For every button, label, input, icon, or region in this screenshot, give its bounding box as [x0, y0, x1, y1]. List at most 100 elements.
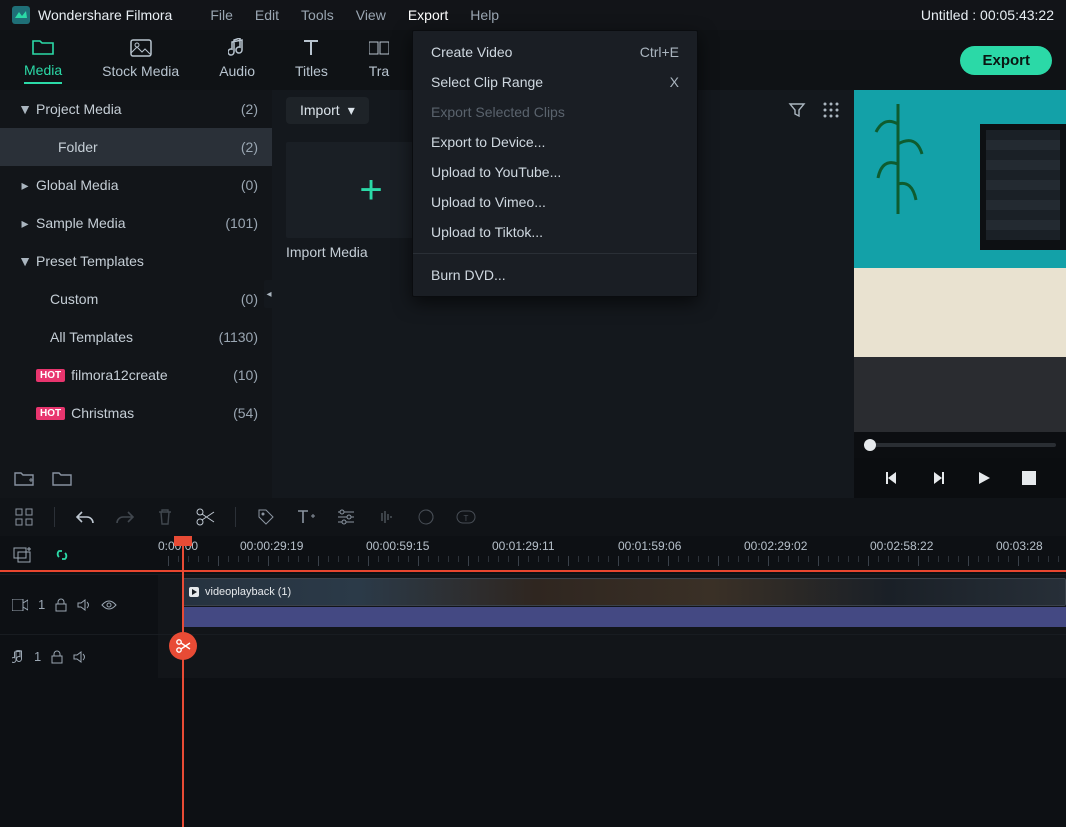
- sidebar-preset-templates[interactable]: ▼Preset Templates: [0, 242, 272, 280]
- grid-view-icon[interactable]: [822, 101, 840, 119]
- sidebar-filmora12create[interactable]: HOTfilmora12create(10): [0, 356, 272, 394]
- collapse-sidebar-icon[interactable]: ◂: [264, 280, 274, 308]
- range-marker-line: [0, 570, 1066, 572]
- sidebar-all-templates[interactable]: All Templates(1130): [0, 318, 272, 356]
- music-note-icon: [226, 37, 248, 59]
- timeline-clip-audio-lane[interactable]: [182, 607, 1066, 627]
- mute-icon[interactable]: [73, 651, 87, 663]
- menu-view[interactable]: View: [356, 7, 386, 23]
- export-select-clip-range[interactable]: Select Clip RangeX: [413, 67, 697, 97]
- chevron-down-icon: ▼: [14, 253, 36, 269]
- video-track-header: 1: [0, 575, 158, 634]
- sidebar-project-media[interactable]: ▼Project Media(2): [0, 90, 272, 128]
- menu-edit[interactable]: Edit: [255, 7, 279, 23]
- preview-video: [854, 90, 1066, 432]
- ruler-time-label: 00:01:29:11: [492, 539, 555, 553]
- folder-icon: [32, 36, 54, 58]
- burn-dvd[interactable]: Burn DVD...: [413, 260, 697, 290]
- app-name: Wondershare Filmora: [38, 7, 172, 23]
- next-frame-icon[interactable]: [930, 470, 946, 486]
- chevron-down-icon: ▾: [348, 102, 355, 119]
- menu-tools[interactable]: Tools: [301, 7, 334, 23]
- mute-icon[interactable]: [77, 599, 91, 611]
- trash-icon[interactable]: [155, 507, 175, 527]
- audio-track-row: 1: [0, 634, 1066, 678]
- chevron-right-icon: ▸: [14, 215, 36, 232]
- timeline: 0:00:00 00:00:29:1900:00:59:1500:01:29:1…: [0, 536, 1066, 827]
- chevron-down-icon: ▼: [14, 101, 36, 117]
- text-icon: [300, 37, 322, 59]
- clip-name-label: videoplayback (1): [205, 586, 291, 598]
- sidebar-sample-media[interactable]: ▸Sample Media(101): [0, 204, 272, 242]
- menu-separator: [413, 253, 697, 254]
- ruler-time-label: 00:02:58:22: [870, 539, 933, 553]
- sidebar-global-media[interactable]: ▸Global Media(0): [0, 166, 272, 204]
- preview-scrubber[interactable]: [854, 432, 1066, 458]
- video-track-number: 1: [38, 597, 45, 612]
- new-folder-icon[interactable]: [14, 471, 34, 487]
- tab-titles[interactable]: Titles: [295, 37, 328, 83]
- timeline-ruler[interactable]: 0:00:00 00:00:29:1900:00:59:1500:01:29:1…: [0, 536, 1066, 574]
- playhead-handle[interactable]: [174, 536, 192, 546]
- upload-to-vimeo[interactable]: Upload to Vimeo...: [413, 187, 697, 217]
- upload-to-youtube[interactable]: Upload to YouTube...: [413, 157, 697, 187]
- audio-wave-icon[interactable]: [376, 507, 396, 527]
- text-add-icon[interactable]: [296, 507, 316, 527]
- video-track-icon[interactable]: [12, 599, 28, 611]
- stop-icon[interactable]: [1022, 471, 1036, 485]
- media-sidebar: ▼Project Media(2) Folder(2) ▸Global Medi…: [0, 90, 272, 498]
- menu-help[interactable]: Help: [470, 7, 499, 23]
- title-bar: Wondershare Filmora File Edit Tools View…: [0, 0, 1066, 30]
- lock-icon[interactable]: [51, 650, 63, 664]
- color-icon[interactable]: [416, 507, 436, 527]
- transition-icon: [368, 37, 390, 59]
- export-button[interactable]: Export: [960, 46, 1052, 75]
- sliders-icon[interactable]: [336, 507, 356, 527]
- import-dropdown[interactable]: Import▾: [286, 97, 369, 124]
- audio-track-number: 1: [34, 649, 41, 664]
- link-icon[interactable]: [52, 546, 72, 564]
- playhead-scissors-icon[interactable]: [169, 632, 197, 660]
- upload-to-tiktok[interactable]: Upload to Tiktok...: [413, 217, 697, 247]
- tab-transitions[interactable]: Tra: [368, 37, 390, 83]
- sidebar-custom[interactable]: Custom(0): [0, 280, 272, 318]
- video-track-body[interactable]: videoplayback (1): [158, 575, 1066, 634]
- image-icon: [130, 37, 152, 59]
- ruler-time-label: 00:02:29:02: [744, 539, 807, 553]
- menu-file[interactable]: File: [210, 7, 233, 23]
- ruler-time-label: 00:00:29:19: [240, 539, 303, 553]
- timeline-toolbar: T: [0, 498, 1066, 536]
- tag-icon[interactable]: [256, 507, 276, 527]
- tab-stock-media[interactable]: Stock Media: [102, 37, 179, 83]
- undo-icon[interactable]: [75, 507, 95, 527]
- sidebar-christmas[interactable]: HOTChristmas(54): [0, 394, 272, 432]
- filter-icon[interactable]: [788, 101, 806, 119]
- apps-icon[interactable]: [14, 507, 34, 527]
- play-small-icon: [189, 587, 199, 597]
- menu-export[interactable]: Export: [408, 7, 448, 23]
- marker-add-icon[interactable]: [12, 546, 32, 564]
- lock-icon[interactable]: [55, 598, 67, 612]
- tab-stock-label: Stock Media: [102, 63, 179, 79]
- tab-audio[interactable]: Audio: [219, 37, 255, 83]
- folder-icon[interactable]: [52, 471, 72, 487]
- export-to-device[interactable]: Export to Device...: [413, 127, 697, 157]
- timecode-icon[interactable]: T: [456, 507, 476, 527]
- export-create-video[interactable]: Create VideoCtrl+E: [413, 37, 697, 67]
- sidebar-folder[interactable]: Folder(2): [0, 128, 272, 166]
- audio-track-icon[interactable]: [12, 650, 24, 664]
- eye-icon[interactable]: [101, 599, 117, 611]
- redo-icon[interactable]: [115, 507, 135, 527]
- scissors-icon[interactable]: [195, 507, 215, 527]
- document-title: Untitled : 00:05:43:22: [921, 7, 1054, 23]
- play-icon[interactable]: [976, 470, 992, 486]
- playhead[interactable]: [182, 536, 184, 827]
- tab-media[interactable]: Media: [24, 36, 62, 84]
- tab-audio-label: Audio: [219, 63, 255, 79]
- timeline-clip[interactable]: videoplayback (1): [182, 578, 1066, 606]
- prev-frame-icon[interactable]: [884, 470, 900, 486]
- chevron-right-icon: ▸: [14, 177, 36, 194]
- ruler-time-label: 00:01:59:06: [618, 539, 681, 553]
- audio-track-body[interactable]: [158, 635, 1066, 678]
- scrub-handle[interactable]: [864, 439, 876, 451]
